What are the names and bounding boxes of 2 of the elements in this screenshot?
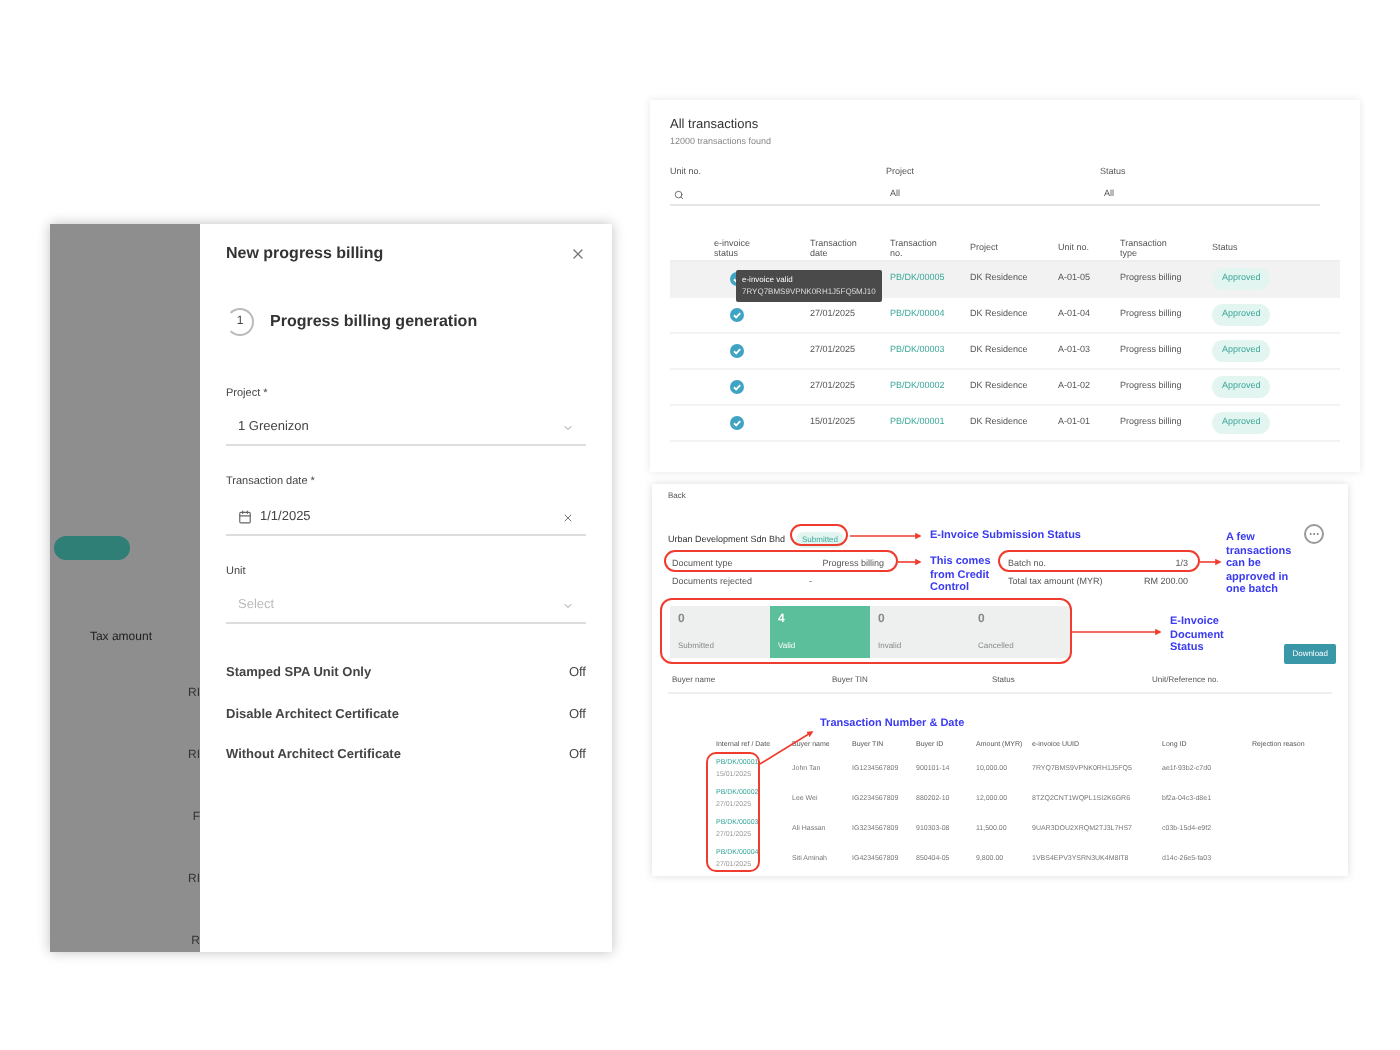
drawer-title: New progress billing <box>226 242 384 266</box>
step-title: Progress billing generation <box>270 310 478 334</box>
